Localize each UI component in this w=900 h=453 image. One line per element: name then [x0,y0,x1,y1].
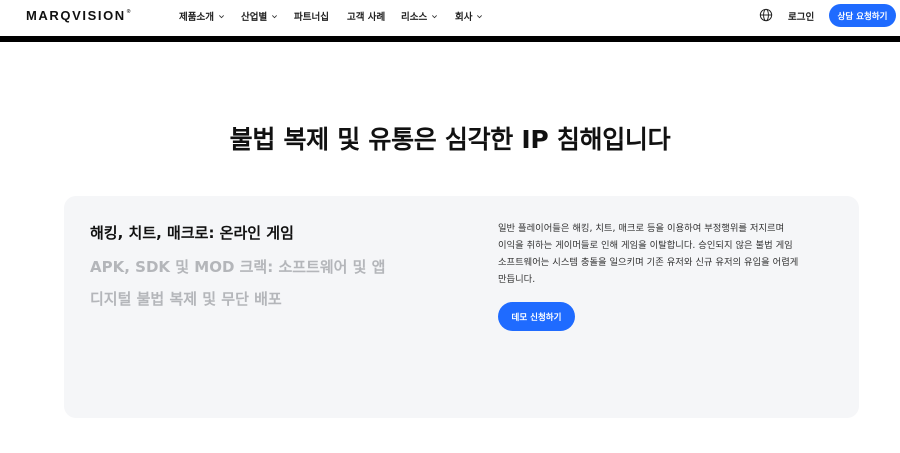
nav-item-company[interactable]: 회사 [455,9,483,23]
logo-text: MARQVISION [26,8,126,23]
request-demo-button[interactable]: 데모 신청하기 [498,302,575,331]
description-line: 일반 플레이어들은 해킹, 치트, 매크로 등을 이용하여 부정행위를 저지르며 [498,223,785,234]
nav-item-label: 고객 사례 [347,12,386,23]
description-line: 소프트웨어는 시스템 충돌을 일으키며 기존 유저와 신규 유저의 유입을 어렵… [498,257,799,268]
tab-software-apps[interactable]: APK, SDK 및 MOD 크랙: 소프트웨어 및 앱 [90,256,386,277]
section-heading: 불법 복제 및 유통은 심각한 IP 침해입니다 [229,125,671,154]
nav-item-partnership[interactable]: 파트너십 [294,9,329,23]
chevron-down-icon [218,14,224,18]
nav-item-products[interactable]: 제품소개 [179,9,225,23]
request-consultation-button[interactable]: 상담 요청하기 [829,4,896,27]
description-line: 만듭니다. [498,274,536,285]
chevron-down-icon [272,14,278,18]
nav-item-label: 파트너십 [294,12,329,23]
nav-item-industries[interactable]: 산업별 [241,9,278,23]
tab-online-games[interactable]: 해킹, 치트, 매크로: 온라인 게임 [90,222,294,243]
top-navigation: MARQVISION® 제품소개 산업별 파트너십 고객 사례 리소스 회사 로… [0,0,900,36]
registered-mark: ® [126,9,131,15]
tab-description: 일반 플레이어들은 해킹, 치트, 매크로 등을 이용하여 부정행위를 저지르며… [498,220,838,288]
chevron-down-icon [432,14,438,18]
marqvision-logo[interactable]: MARQVISION® [26,8,130,23]
chevron-down-icon [477,14,483,18]
nav-item-label: 회사 [455,12,473,23]
description-line: 이익을 취하는 게이머들로 인해 게임을 이탈합니다. 승인되지 않은 불법 게… [498,240,793,251]
tab-digital-piracy[interactable]: 디지털 불법 복제 및 무단 배포 [90,288,282,309]
login-link[interactable]: 로그인 [788,9,814,23]
nav-item-label: 산업별 [241,12,268,23]
globe-icon[interactable] [759,8,773,22]
content-card: 해킹, 치트, 매크로: 온라인 게임 APK, SDK 및 MOD 크랙: 소… [64,196,859,418]
nav-item-customer-stories[interactable]: 고객 사례 [347,9,385,23]
nav-item-label: 제품소개 [179,12,214,23]
header-divider [0,36,900,42]
nav-item-label: 리소스 [401,12,428,23]
nav-item-resources[interactable]: 리소스 [401,9,438,23]
